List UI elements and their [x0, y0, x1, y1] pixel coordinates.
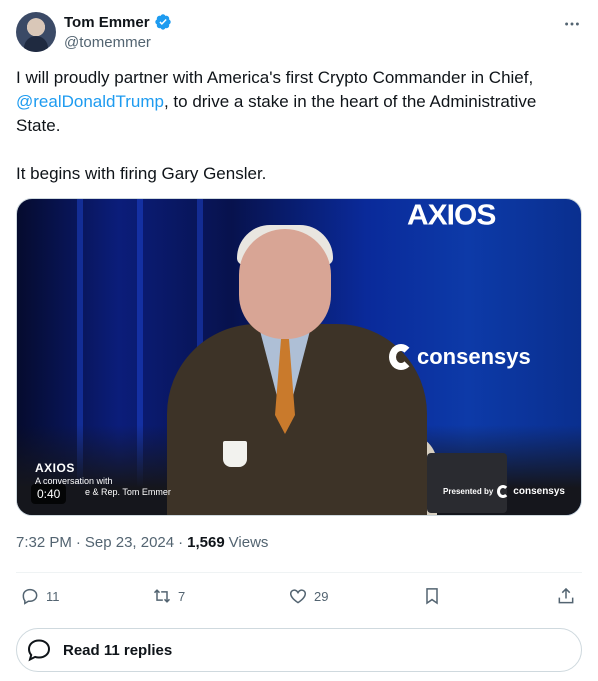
more-icon[interactable] [562, 14, 582, 34]
tweet-date[interactable]: Sep 23, 2024 [85, 534, 174, 551]
video-duration: 0:40 [31, 484, 67, 504]
views-label: Views [228, 534, 269, 551]
consensys-logo: consensys [389, 344, 531, 370]
tweet-text-prefix: I will proudly partner with America's fi… [16, 68, 534, 87]
bookmark-icon [426, 588, 438, 605]
speech-bubble-icon [27, 639, 51, 662]
divider [16, 572, 582, 573]
reply-button[interactable]: 11 [20, 574, 60, 618]
consensys-wordmark: consensys [417, 344, 531, 369]
presented-by: Presented by consensys [443, 485, 565, 498]
consensys-mark-icon [389, 344, 413, 370]
author-name[interactable]: Tom Emmer [64, 14, 150, 31]
tweet-text-line2: It begins with firing Gary Gensler. [16, 164, 267, 183]
repost-icon [153, 589, 171, 603]
repost-button[interactable]: 7 [152, 574, 185, 618]
reply-count: 11 [46, 588, 60, 604]
axios-logo: AXIOS [407, 199, 496, 232]
tweet-header: Tom Emmer @tomemmer [16, 12, 582, 54]
action-bar: 11 7 29 [16, 574, 582, 618]
verified-badge-icon [154, 14, 171, 30]
reply-icon [22, 588, 38, 605]
author-name-row: Tom Emmer [64, 13, 172, 31]
like-button[interactable]: 29 [288, 574, 328, 618]
views-count: 1,569 [187, 534, 225, 551]
tweet-text: I will proudly partner with America's fi… [16, 66, 576, 186]
speaker-head [239, 229, 331, 339]
video-player[interactable]: AXIOS consensys AXIOS A conversation wit… [16, 198, 582, 516]
mention-link[interactable]: @realDonaldTrump [16, 92, 164, 111]
meta-separator: · [75, 534, 81, 551]
coffee-cup [223, 441, 247, 467]
presented-by-name: consensys [513, 486, 565, 497]
mic-stand [427, 453, 507, 513]
repost-count: 7 [178, 588, 186, 604]
read-replies-label: Read 11 replies [63, 641, 173, 659]
read-replies-button[interactable]: Read 11 replies [16, 628, 582, 672]
avatar[interactable] [16, 12, 56, 52]
author-handle[interactable]: @tomemmer [64, 34, 151, 51]
tweet-time[interactable]: 7:32 PM [16, 534, 72, 551]
presented-by-label: Presented by [443, 487, 494, 496]
share-icon [558, 587, 574, 604]
share-button[interactable] [556, 574, 576, 618]
tweet-meta: 7:32 PM · Sep 23, 2024 · 1,569 Views [16, 534, 268, 551]
consensys-small-icon [497, 485, 510, 498]
meta-separator: · [178, 534, 184, 551]
overlay-brand: AXIOS [35, 461, 75, 475]
bookmark-button[interactable] [422, 574, 442, 618]
like-icon [289, 589, 307, 604]
overlay-subtitle-2: e & Rep. Tom Emmer [85, 487, 171, 497]
like-count: 29 [314, 588, 329, 604]
